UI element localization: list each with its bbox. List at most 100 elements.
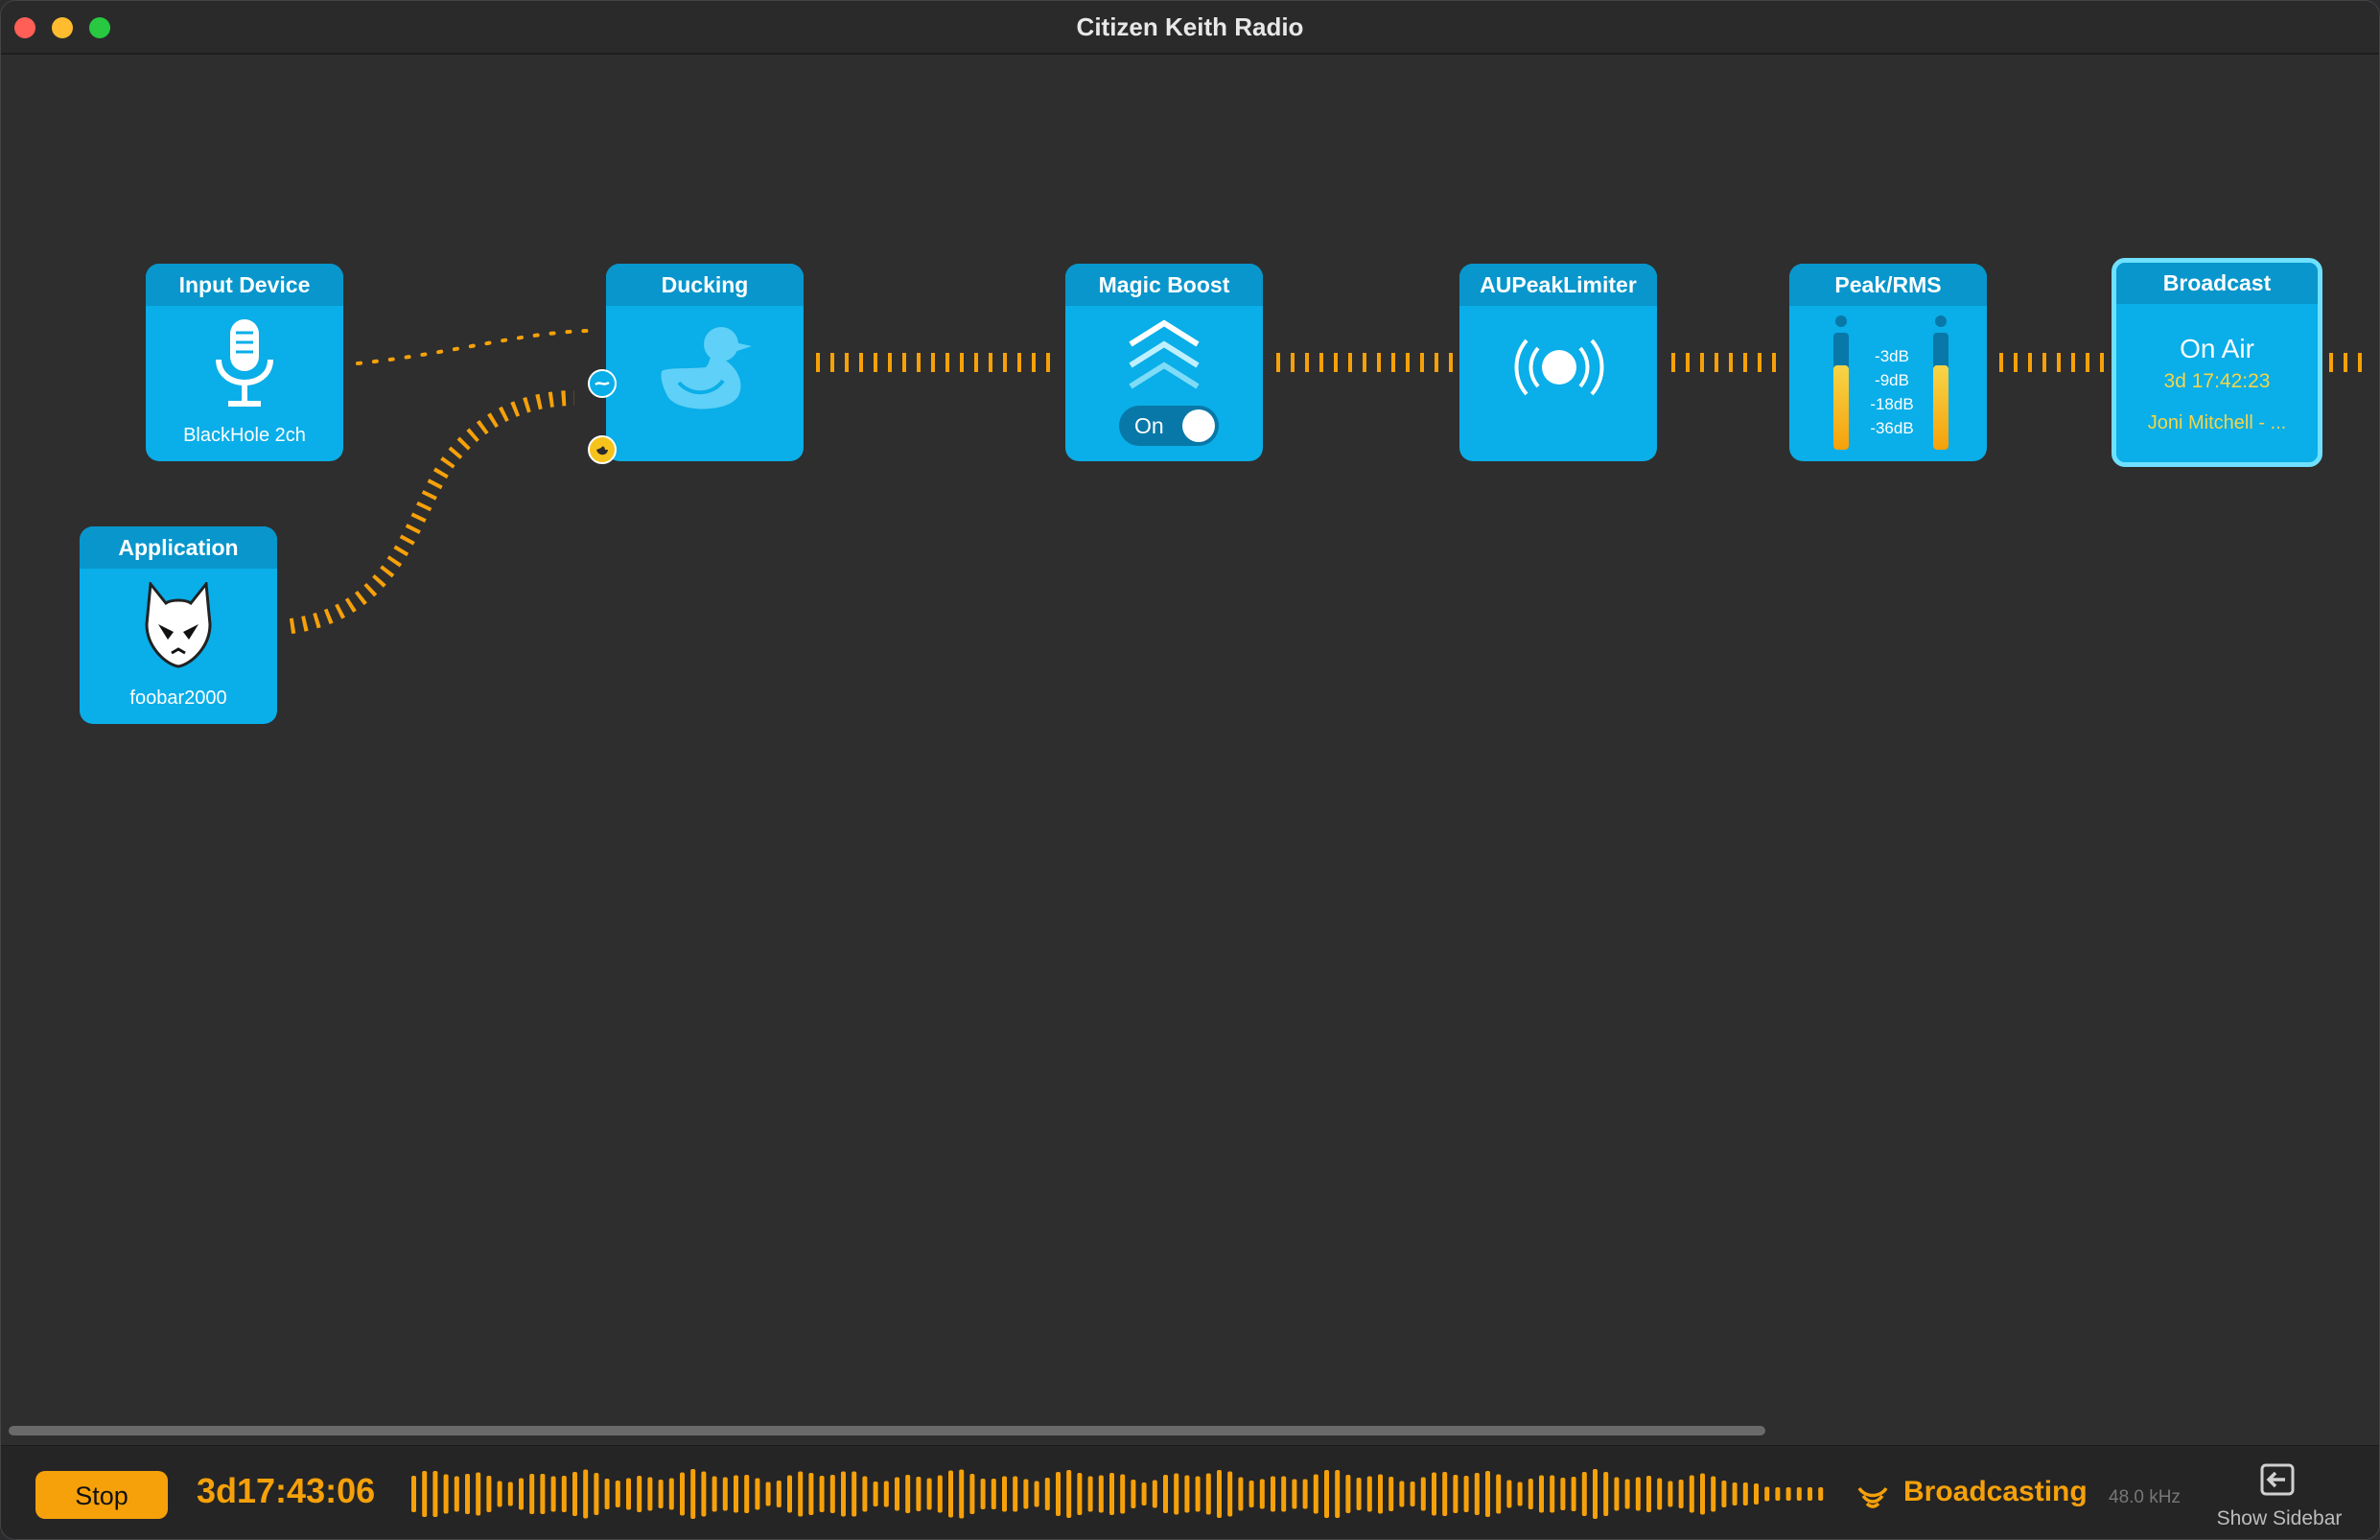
meter-bar (637, 1476, 642, 1512)
meter-bar (1711, 1476, 1716, 1512)
meter-bar (883, 1481, 889, 1507)
duck-icon (661, 327, 752, 409)
meter-bar (1528, 1479, 1533, 1509)
scale-label: -36dB (1870, 419, 1914, 437)
meter-bar (1764, 1486, 1770, 1502)
stop-button[interactable]: Stop (35, 1471, 168, 1519)
broadcast-wave-icon (1514, 338, 1604, 396)
meter-bar (1227, 1471, 1233, 1517)
meter-bar (1205, 1473, 1211, 1515)
meter-bar (1432, 1472, 1436, 1516)
meter-bar (1044, 1478, 1050, 1510)
meter-bar (776, 1481, 782, 1507)
meter-bar (1732, 1482, 1738, 1505)
node-magic-boost[interactable]: Magic Boost On (1065, 264, 1263, 461)
audio-graph-canvas[interactable]: Input Device BlackHole 2ch Application f… (1, 55, 2379, 1435)
broadcast-status: On Air (2180, 334, 2254, 363)
meter-bar (1195, 1476, 1201, 1512)
meter-bar (1098, 1475, 1104, 1513)
bottom-bar: Stop 3d17:43:06 Broadcasting 48.0 kHz Sh… (1, 1445, 2379, 1539)
meter-bar (991, 1479, 996, 1509)
meter-bar (926, 1478, 932, 1510)
meter-bar (1013, 1476, 1018, 1512)
meter-bar (1593, 1469, 1598, 1519)
sidebar-arrow-icon (2260, 1463, 2295, 1496)
meter-bar (1485, 1471, 1490, 1517)
meter-bar (1345, 1475, 1351, 1513)
meter-bar (561, 1476, 567, 1512)
meter-bar (744, 1475, 750, 1513)
meter-bar (1517, 1482, 1523, 1506)
node-subtitle: BlackHole 2ch (183, 425, 306, 446)
foobar-alien-icon (145, 582, 212, 668)
window-title: Citizen Keith Radio (1076, 12, 1304, 41)
node-title: Broadcast (2116, 263, 2318, 304)
meter-bar (829, 1475, 835, 1513)
meter-left-level (1833, 365, 1849, 450)
wave-icon (595, 381, 610, 386)
meter-bar (1785, 1487, 1791, 1501)
meter-bar (1496, 1474, 1502, 1514)
meter-bar (1689, 1475, 1694, 1513)
meter-bar (1388, 1477, 1394, 1511)
show-sidebar-button[interactable]: Show Sidebar (2197, 1461, 2362, 1536)
node-ducking[interactable]: Ducking (606, 264, 804, 461)
node-subtitle: foobar2000 (129, 688, 227, 709)
meter-bar (1775, 1487, 1781, 1501)
meter-bar (465, 1474, 470, 1514)
meter-bar (507, 1482, 513, 1506)
node-broadcast[interactable]: Broadcast On Air 3d 17:42:23 Joni Mitche… (2112, 258, 2322, 467)
meter-bar (819, 1476, 825, 1512)
meter-bar (755, 1478, 760, 1510)
meter-bar (1313, 1474, 1318, 1514)
meter-bar (583, 1469, 589, 1519)
meter-bar (680, 1472, 685, 1516)
meter-bar (1302, 1479, 1308, 1509)
meter-bar (1184, 1475, 1190, 1513)
node-peak-rms[interactable]: Peak/RMS -3dB -9dB -18dB -36dB (1789, 264, 1987, 461)
meter-bar (1271, 1476, 1275, 1512)
meter-bar (690, 1469, 696, 1519)
meter-bar (969, 1474, 975, 1514)
meter-bar (1410, 1482, 1415, 1506)
meter-bar (497, 1481, 502, 1507)
meter-bar (1420, 1477, 1426, 1511)
level-meter (411, 1469, 1824, 1519)
meter-bar (1560, 1478, 1566, 1510)
meter-bar (1034, 1481, 1039, 1507)
meter-bar (1721, 1481, 1727, 1507)
meter-bar (841, 1471, 846, 1517)
meter-bar (895, 1477, 899, 1511)
ducking-primary-input-port[interactable] (588, 369, 617, 398)
ducking-sidechain-input-port[interactable] (588, 435, 617, 464)
meter-bar (1378, 1474, 1383, 1514)
meter-bar (765, 1482, 771, 1506)
meter-bar (852, 1471, 857, 1517)
meter-bar (658, 1480, 664, 1508)
boost-toggle[interactable]: On (1119, 406, 1219, 446)
meter-bar (1087, 1476, 1093, 1512)
meter-bar (1550, 1475, 1555, 1513)
meter-bar (572, 1472, 577, 1516)
node-input-device[interactable]: Input Device BlackHole 2ch (146, 264, 343, 461)
meter-bar (647, 1477, 653, 1511)
toggle-knob (1182, 409, 1215, 442)
meter-bar (1614, 1477, 1620, 1511)
meter-bar (1217, 1470, 1222, 1518)
meter-bar (1463, 1476, 1469, 1512)
boost-chevrons-icon (1129, 319, 1200, 389)
meter-bar (701, 1471, 707, 1517)
node-application[interactable]: Application foobar2000 (80, 526, 277, 724)
duck-badge-icon (596, 446, 608, 455)
node-peak-limiter[interactable]: AUPeakLimiter (1459, 264, 1657, 461)
meter-bar (1678, 1480, 1684, 1508)
horizontal-scrollbar[interactable] (9, 1426, 1765, 1435)
meter-bar (916, 1477, 922, 1511)
meter-bar (948, 1470, 953, 1518)
broadcast-duration: 3d 17:42:23 (2163, 370, 2271, 392)
meter-bar (1754, 1483, 1759, 1505)
meter-bar (1818, 1487, 1824, 1501)
meter-bar (1077, 1473, 1083, 1515)
meter-bar (1002, 1476, 1007, 1512)
microphone-icon (216, 319, 273, 407)
